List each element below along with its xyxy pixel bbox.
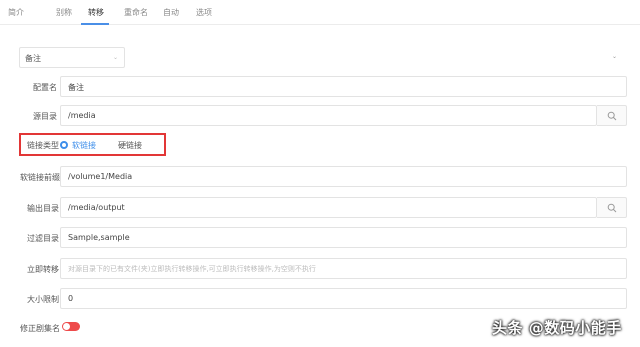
tab-alias[interactable]: 别称 bbox=[56, 7, 72, 18]
softlink-prefix-input[interactable]: /volume1/Media bbox=[60, 166, 627, 187]
output-dir-label: 输出目录 bbox=[27, 204, 59, 213]
filter-dir-label: 过滤目录 bbox=[27, 234, 59, 243]
tab-bar: 简介 别称 转移 重命名 自动 选项 bbox=[0, 0, 640, 25]
profile-select[interactable]: 备注 ⌄ bbox=[19, 47, 125, 68]
softlink-prefix-value: /volume1/Media bbox=[68, 172, 133, 181]
collapse-chevron-icon[interactable]: ⌄ bbox=[612, 53, 617, 60]
tab-rename[interactable]: 重命名 bbox=[124, 7, 148, 18]
config-name-label: 配置名 bbox=[33, 83, 57, 92]
toggle-knob bbox=[63, 323, 70, 330]
config-name-input[interactable]: 备注 bbox=[60, 76, 627, 97]
fix-season-label: 修正剧集名 bbox=[20, 324, 60, 333]
output-dir-browse-button[interactable] bbox=[597, 197, 627, 218]
immediate-transfer-label: 立即转移 bbox=[27, 265, 59, 274]
profile-select-value: 备注 bbox=[25, 54, 41, 63]
output-dir-input[interactable]: /media/output bbox=[60, 197, 597, 218]
tab-auto[interactable]: 自动 bbox=[163, 7, 179, 18]
search-icon bbox=[607, 203, 617, 213]
chevron-down-icon: ⌄ bbox=[112, 54, 118, 61]
size-limit-input[interactable]: 0 bbox=[60, 288, 627, 309]
filter-dir-input[interactable]: Sample,sample bbox=[60, 227, 627, 248]
active-tab-indicator bbox=[81, 23, 109, 25]
softlink-radio-label[interactable]: 软链接 bbox=[72, 140, 96, 151]
size-limit-label: 大小限制 bbox=[27, 295, 59, 304]
tab-transfer[interactable]: 转移 bbox=[88, 7, 104, 18]
source-dir-browse-button[interactable] bbox=[597, 105, 627, 126]
fix-season-toggle[interactable] bbox=[62, 322, 80, 331]
tab-options[interactable]: 选项 bbox=[196, 7, 212, 18]
filter-dir-value: Sample,sample bbox=[68, 233, 130, 242]
softlink-prefix-label: 软链接前缀 bbox=[20, 173, 60, 182]
search-icon bbox=[607, 111, 617, 121]
watermark-text: 头条 @数码小能手 bbox=[492, 319, 622, 337]
immediate-transfer-placeholder: 对源目录下的已有文件(夹)立即执行转移操作,可立即执行转移操作,为空则不执行 bbox=[68, 265, 316, 273]
immediate-transfer-input[interactable]: 对源目录下的已有文件(夹)立即执行转移操作,可立即执行转移操作,为空则不执行 bbox=[60, 258, 627, 279]
size-limit-value: 0 bbox=[68, 294, 74, 303]
config-name-value: 备注 bbox=[68, 83, 84, 92]
source-dir-input[interactable]: /media bbox=[60, 105, 597, 126]
output-dir-value: /media/output bbox=[68, 203, 125, 212]
source-dir-label: 源目录 bbox=[33, 112, 57, 121]
hardlink-radio-label[interactable]: 硬链接 bbox=[118, 140, 142, 151]
softlink-radio[interactable] bbox=[60, 141, 68, 149]
tab-intro[interactable]: 简介 bbox=[8, 7, 24, 18]
source-dir-value: /media bbox=[68, 111, 96, 120]
link-type-label: 链接类型 bbox=[27, 141, 59, 150]
